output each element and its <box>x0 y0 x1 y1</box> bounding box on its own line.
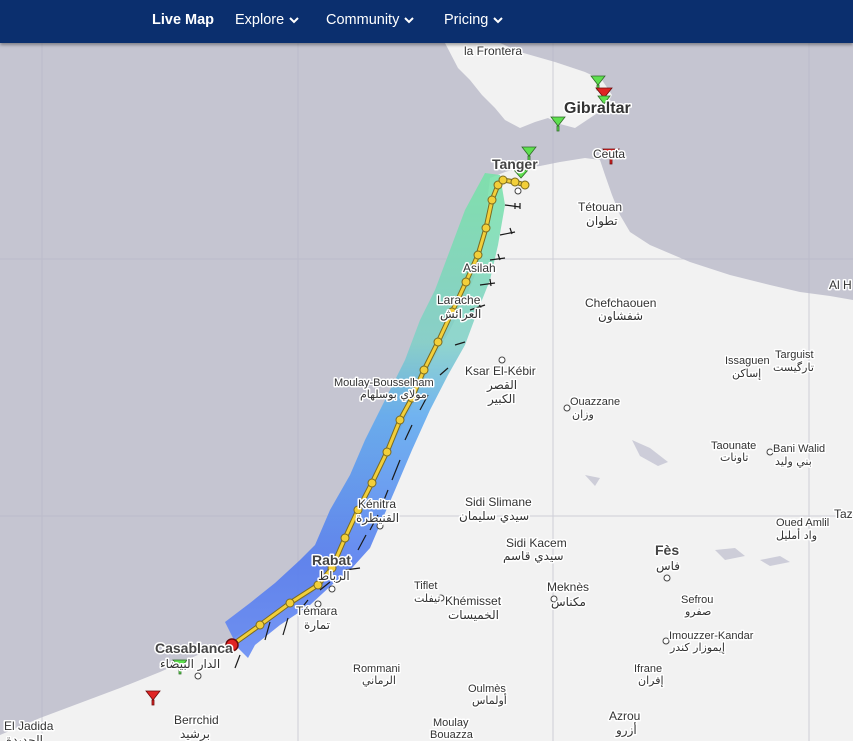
place-label: Ouazzane <box>570 396 620 408</box>
place-label-ar: تارگيست <box>773 361 814 374</box>
place-label-ar: صفرو <box>684 605 711 618</box>
place-label-ar: سيدي سليمان <box>459 509 529 523</box>
place-label: Taz <box>834 507 853 521</box>
place-label: Ceuta <box>593 147 625 161</box>
place-label: Bani Walid <box>773 443 825 455</box>
place-label-ar: بني وليد <box>775 455 812 468</box>
place-label-ar: شفشاون <box>598 309 643 324</box>
place-label: Tiflet <box>414 580 437 592</box>
nav-live-map-label: Live Map <box>152 12 215 28</box>
place-label-ar: الجديدة <box>6 733 43 741</box>
chevron-down-icon <box>404 16 415 24</box>
place-label: Khémisset <box>445 594 502 608</box>
place-label: Sidi Slimane <box>465 495 532 509</box>
place-label: Oued Amlil <box>776 517 829 529</box>
place-label-ar: القنيطرة <box>356 511 399 526</box>
place-label-ar: واد أمليل <box>776 528 817 542</box>
chevron-down-icon <box>493 16 504 24</box>
nav-live-map[interactable]: Live Map <box>152 0 214 43</box>
place-label-ar: الخميسات <box>448 608 499 622</box>
place-label-ar: إيموزار كندر <box>669 641 725 654</box>
place-label: Al H <box>829 278 852 292</box>
place-label: Gibraltar <box>564 100 631 117</box>
place-label: Larache <box>437 293 481 307</box>
place-label: Issaguen <box>725 355 770 367</box>
place-label-ar: وزان <box>572 408 594 421</box>
place-label-ar: إساكن <box>732 367 761 380</box>
place-label: la Frontera <box>464 44 522 58</box>
place-label-ar: مولاي بوسلهام <box>360 388 427 401</box>
place-label-ar: تيفلت <box>414 592 440 605</box>
nav-explore-menu[interactable]: Explore <box>235 0 299 43</box>
place-label: Ksar El-Kébir <box>465 364 536 378</box>
place-label: Tétouan <box>578 200 622 214</box>
nav-community-menu[interactable]: Community <box>326 0 415 43</box>
place-label-ar: مكناس <box>551 595 586 610</box>
place-label: Moulay <box>433 717 469 729</box>
place-label: Targuist <box>775 349 814 361</box>
place-label-ar: تمارة <box>304 618 330 633</box>
place-label-ar: القصر <box>486 378 517 393</box>
place-label: Meknès <box>547 580 589 594</box>
map-canvas[interactable]: la Frontera Gibraltar Tanger Ceuta Tétou… <box>0 43 853 741</box>
place-label: Bouazza <box>430 729 474 741</box>
place-label: Asilah <box>463 261 496 275</box>
place-label-ar: تاونات <box>720 451 749 464</box>
place-label: Tanger <box>492 156 538 172</box>
place-label: Sidi Kacem <box>506 536 567 550</box>
place-label-ar: الرماني <box>362 674 396 687</box>
place-label-ar: الدار البيضاء <box>160 657 220 672</box>
place-label-ar: العرائش <box>440 307 481 322</box>
place-label-ar: سيدي قاسم <box>503 549 564 563</box>
place-label-ar: أزرو <box>615 722 637 738</box>
place-label: Fès <box>655 542 679 558</box>
place-label-ar: الرباط <box>318 569 350 584</box>
place-label: Berrchid <box>174 713 219 727</box>
place-label-ar: إفران <box>638 674 664 687</box>
top-navigation-bar: Live Map Explore Community Pricing <box>0 0 853 43</box>
place-label: Chefchaouen <box>585 296 656 310</box>
place-label-ar: فاس <box>656 559 680 574</box>
nav-community-label: Community <box>326 12 400 28</box>
place-label: Kénitra <box>358 497 396 511</box>
place-label: Casablanca <box>155 640 233 656</box>
place-label: Rabat <box>312 552 351 568</box>
place-label-ar: برشيد <box>180 727 210 741</box>
place-label: Azrou <box>609 709 640 723</box>
nav-pricing-label: Pricing <box>444 12 489 28</box>
place-label: Témara <box>296 604 338 618</box>
place-label-ar: الكبير <box>487 392 515 407</box>
place-label-ar: أولماس <box>472 693 507 707</box>
place-label: El Jadida <box>4 719 54 733</box>
nav-explore-label: Explore <box>235 12 285 28</box>
nav-pricing-menu[interactable]: Pricing <box>444 0 504 43</box>
chevron-down-icon <box>289 16 299 24</box>
place-label-ar: تطوان <box>586 214 618 229</box>
